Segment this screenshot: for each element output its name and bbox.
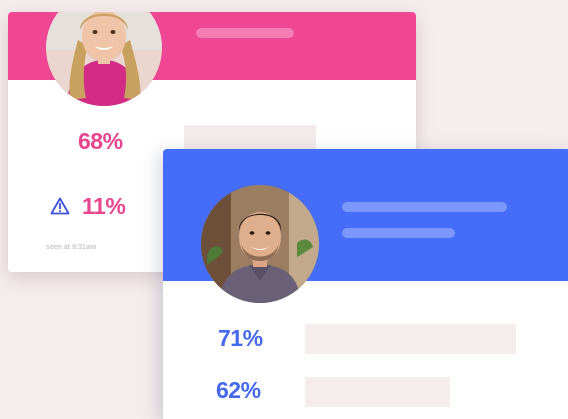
profile-card-blue[interactable]: 71% 62% — [163, 149, 568, 419]
subtitle-placeholder-bar — [342, 228, 455, 238]
stat-warning-value: 11% — [82, 192, 126, 219]
progress-bar-placeholder — [305, 324, 516, 354]
avatar-man — [201, 185, 319, 303]
name-placeholder-bar — [196, 28, 294, 38]
stat-primary-blue: 71% — [218, 325, 263, 351]
stat-secondary-blue: 62% — [216, 377, 261, 403]
avatar-woman — [46, 12, 162, 106]
seen-timestamp: seen at 9:31am — [46, 244, 97, 251]
warning-triangle-icon — [50, 197, 70, 215]
name-placeholder-bar — [342, 202, 507, 212]
progress-bar-placeholder — [305, 377, 450, 407]
stat-warning-row: 11% — [50, 192, 126, 220]
progress-bar-placeholder — [184, 125, 316, 151]
stat-primary-pink: 68% — [78, 128, 123, 154]
